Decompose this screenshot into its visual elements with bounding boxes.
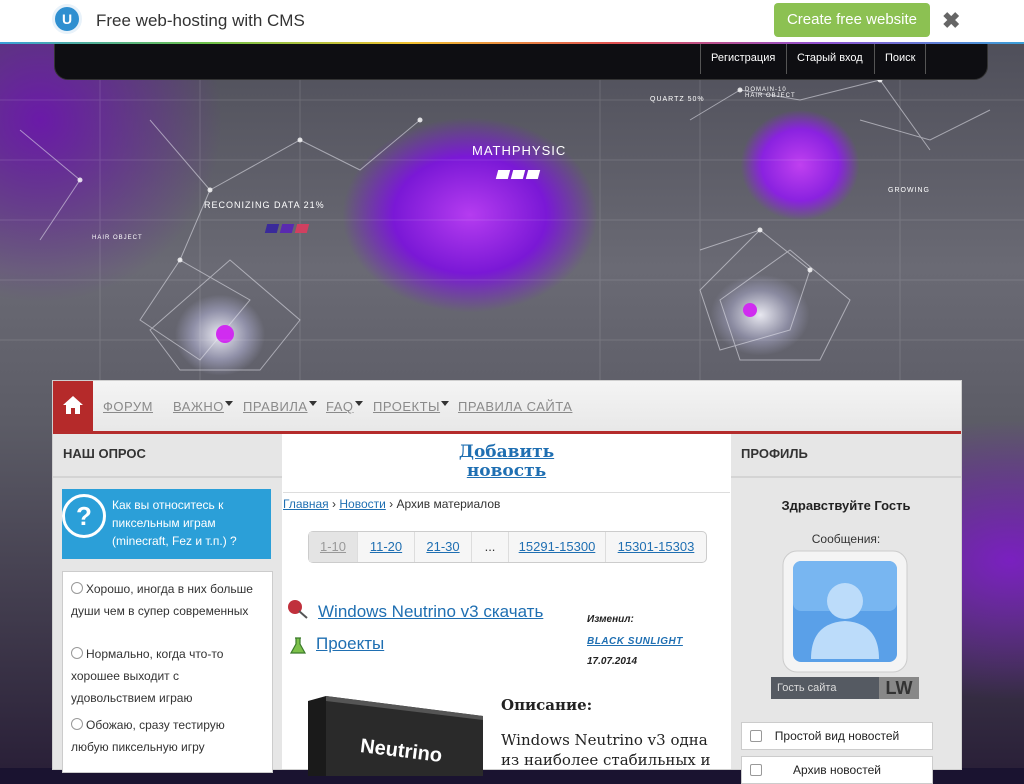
chevron-down-icon [224, 401, 233, 406]
poll-sidebar: НАШ ОПРОС ? Как вы относитесь к пиксельн… [53, 434, 282, 773]
poll-option-label: Нормально, когда что-то хорошее выходит … [71, 647, 224, 705]
poll-question-box: ? Как вы относитесь к пиксельным играм (… [62, 489, 271, 559]
author-link[interactable]: Black Sunlight [587, 636, 683, 647]
nav-rules[interactable]: ПРАВИЛА [243, 399, 317, 414]
post-category-link[interactable]: Проекты [316, 634, 384, 654]
radio-button[interactable] [71, 582, 83, 594]
old-login-link[interactable]: Старый вход [786, 42, 873, 74]
page-ellipsis: ... [472, 532, 509, 562]
register-link[interactable]: Регистрация [700, 42, 785, 74]
search-link[interactable]: Поиск [874, 42, 927, 74]
page-link-current: 1-10 [309, 532, 358, 562]
nav-projects[interactable]: ПРОЕКТЫ [373, 399, 450, 414]
main-content-frame: ФОРУМ ВАЖНО ПРАВИЛА FAQ ПРОЕКТЫ ПРАВИЛА … [52, 380, 962, 784]
greeting: Здравствуйте Гость [781, 498, 911, 513]
page-link[interactable]: 15291-15300 [509, 532, 606, 562]
news-archive-label: Архив новостей [793, 763, 881, 777]
promo-title: Free web-hosting with CMS [96, 11, 305, 30]
poll-option-label: Обожаю, сразу тестирую любую пиксельную … [71, 718, 225, 754]
banner-left-label: RECONIZING DATA 21% [204, 200, 325, 210]
create-website-button[interactable]: Create free website [774, 3, 930, 37]
radio-button[interactable] [71, 718, 83, 730]
banner-left-bars [264, 220, 311, 233]
product-box-image: Neutrino [308, 696, 483, 776]
ucoz-logo-icon[interactable]: U [52, 4, 82, 34]
nav-faq-label: FAQ [326, 399, 354, 414]
post-title-link[interactable]: Windows Neutrino v3 скачать [318, 602, 543, 622]
nav-forum[interactable]: ФОРУМ [103, 399, 153, 414]
promo-bar-stripe [0, 42, 1024, 44]
nav-site-rules[interactable]: ПРАВИЛА САЙТА [458, 399, 572, 414]
banner-left-small: HAIR OBJECT [92, 235, 143, 241]
description-text: Windows Neutrino v3 одна из наиболее ста… [501, 731, 711, 769]
nav-important[interactable]: ВАЖНО [173, 399, 233, 414]
hosting-promo-bar: U Free web-hosting with CMS Create free … [0, 0, 1024, 44]
divider [731, 476, 961, 478]
radio-button[interactable] [71, 647, 83, 659]
breadcrumb-separator: › [328, 497, 340, 511]
divider [53, 476, 282, 478]
banner-top-label: QUARTZ 50% [650, 96, 705, 103]
breadcrumb-news[interactable]: Новости [339, 497, 385, 511]
simple-news-view-toggle[interactable]: Простой вид новостей [741, 722, 933, 750]
software-box-graphic [308, 696, 483, 776]
poll-question: Как вы относитесь к пиксельным играм (mi… [112, 498, 237, 548]
nav-important-label: ВАЖНО [173, 399, 224, 414]
home-icon [63, 396, 83, 414]
add-news-link[interactable]: Добавить новость [283, 443, 730, 481]
post-date: 17.07.2014 [587, 656, 638, 667]
home-button[interactable] [53, 381, 93, 431]
poll-option-label: Хорошо, иногда в них больше души чем в с… [71, 582, 253, 618]
nav-projects-label: ПРОЕКТЫ [373, 399, 441, 414]
banner-center-label: MATHPHYSIC [472, 143, 567, 158]
avatar [781, 549, 909, 674]
avatar-label: Гость сайта [771, 677, 881, 699]
description-heading: Описание: [501, 696, 593, 714]
edited-label: Изменил: [587, 614, 634, 625]
banner-right-label: GROWING [888, 187, 930, 194]
nav-forum-label: ФОРУМ [103, 399, 153, 414]
page-link[interactable]: 21-30 [415, 532, 472, 562]
messages-label: Сообщения: [811, 532, 881, 546]
chevron-down-icon [441, 401, 450, 406]
logo-letter: U [61, 11, 73, 27]
pagination: 1-10 11-20 21-30 ... 15291-15300 15301-1… [308, 531, 707, 563]
banner-top-right-label: DOMAIN-10 HAIR OBJECT [745, 87, 796, 99]
nav-site-rules-label: ПРАВИЛА САЙТА [458, 399, 573, 414]
pushpin-icon [288, 600, 308, 619]
user-silhouette-icon [782, 550, 908, 673]
simple-news-view-label: Простой вид новостей [774, 729, 900, 743]
nav-faq[interactable]: FAQ [326, 399, 363, 414]
breadcrumb: Главная › Новости › Архив материалов [283, 492, 730, 515]
breadcrumb-separator: › [385, 497, 397, 511]
chevron-down-icon [354, 401, 363, 406]
add-news-line1: Добавить [458, 442, 555, 462]
flask-icon [289, 637, 307, 654]
question-icon: ? [62, 494, 106, 538]
news-archive-toggle[interactable]: Архив новостей [741, 756, 933, 784]
main-navigation: ФОРУМ ВАЖНО ПРАВИЛА FAQ ПРОЕКТЫ ПРАВИЛА … [53, 381, 961, 434]
banner-bars [495, 166, 542, 179]
chevron-down-icon [308, 401, 317, 406]
poll-title: НАШ ОПРОС [63, 446, 146, 461]
profile-sidebar: ПРОФИЛЬ Здравствуйте Гость Сообщения: Го… [731, 434, 961, 784]
page-link[interactable]: 15301-15303 [606, 532, 706, 562]
poll-option[interactable]: Хорошо, иногда в них больше души чем в с… [71, 578, 261, 622]
page-link[interactable]: 11-20 [358, 532, 415, 562]
breadcrumb-current: Архив материалов [396, 497, 501, 511]
nav-rules-label: ПРАВИЛА [243, 399, 308, 414]
close-icon[interactable]: ✖ [942, 8, 960, 34]
profile-title: ПРОФИЛЬ [741, 446, 808, 461]
avatar-badge: LW [879, 677, 919, 699]
poll-option[interactable]: Обожаю, сразу тестирую любую пиксельную … [71, 714, 261, 758]
add-news-line2: новость [466, 461, 547, 481]
poll-option[interactable]: Нормально, когда что-то хорошее выходит … [71, 643, 261, 709]
news-archive: Добавить новость Главная › Новости › Арх… [283, 434, 730, 776]
breadcrumb-home[interactable]: Главная [283, 497, 329, 511]
poll-options: Хорошо, иногда в них больше души чем в с… [62, 571, 273, 773]
